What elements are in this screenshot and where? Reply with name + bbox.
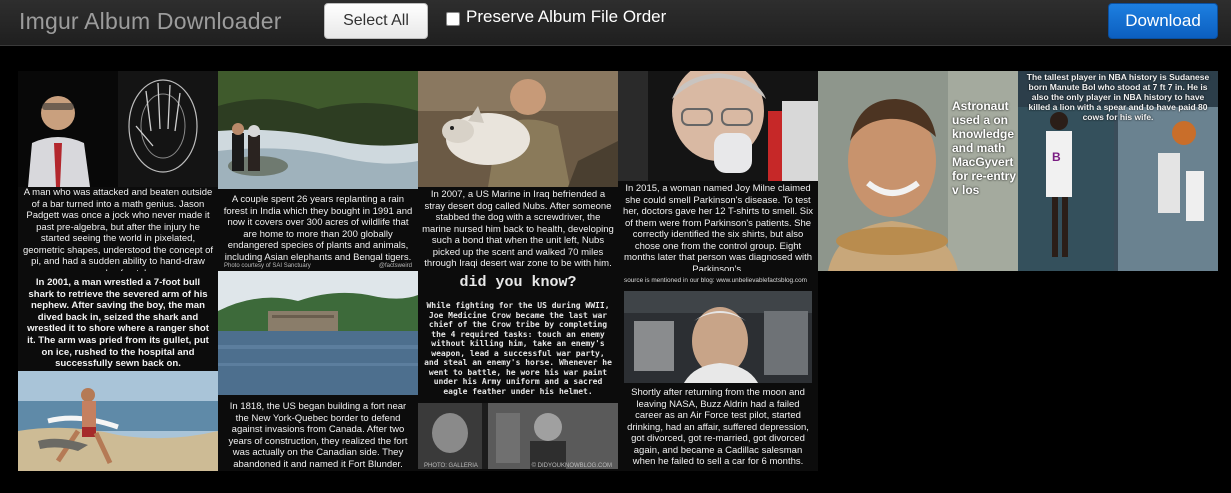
download-button[interactable]: Download	[1108, 3, 1218, 39]
album-image-8[interactable]: In 1818, the US began building a fort ne…	[218, 271, 418, 471]
tile-7-photo	[18, 371, 218, 471]
album-image-3[interactable]: In 2007, a US Marine in Iraq befriended …	[418, 71, 618, 271]
top-bar: Imgur Album Downloader Select All Preser…	[0, 0, 1231, 46]
album-image-9[interactable]: did you know? While fighting for the US …	[418, 271, 618, 471]
album-image-6[interactable]: B The tallest player in NBA history is S…	[1018, 71, 1218, 271]
tile-4-caption: In 2015, a woman named Joy Milne claimed…	[623, 183, 813, 271]
album-image-5[interactable]: Astronaut used a on knowledge and math M…	[818, 71, 1018, 271]
preserve-order-toggle[interactable]: Preserve Album File Order	[446, 7, 666, 27]
album-image-2[interactable]: A couple spent 26 years replanting a rai…	[218, 71, 418, 271]
svg-text:B: B	[1052, 150, 1061, 164]
tile-9-heading: did you know?	[459, 274, 577, 291]
tile-8-photo	[218, 271, 418, 395]
tile-2-handle: @factsweird	[378, 263, 412, 269]
tile-10-source: source is mentioned in our blog: www.unb…	[624, 277, 807, 284]
tile-7-caption: In 2001, a man wrestled a 7-foot bull sh…	[27, 277, 209, 370]
tile-1-photo	[18, 71, 218, 187]
tile-9-caption: While fighting for the US during WWII, J…	[424, 301, 612, 396]
album-image-4[interactable]: In 2015, a woman named Joy Milne claimed…	[618, 71, 818, 271]
album-image-10[interactable]: source is mentioned in our blog: www.unb…	[618, 271, 818, 471]
tile-3-caption: In 2007, a US Marine in Iraq befriended …	[422, 189, 614, 269]
app-title: Imgur Album Downloader	[19, 8, 282, 34]
tile-9-photo	[418, 403, 618, 469]
tile-6-caption: The tallest player in NBA history is Sud…	[1026, 72, 1210, 122]
tile-4-photo	[618, 71, 818, 181]
album-image-1[interactable]: A man who was attacked and beaten outsid…	[18, 71, 218, 271]
tile-9-handle: © DIDYOUKNOWBLOG.COM	[531, 463, 612, 469]
tile-3-photo	[418, 71, 618, 187]
preserve-order-label: Preserve Album File Order	[466, 7, 667, 26]
tile-5-caption: Astronaut used a on knowledge and math M…	[952, 99, 1017, 197]
select-all-button[interactable]: Select All	[324, 3, 428, 39]
tile-10-caption: Shortly after returning from the moon an…	[627, 387, 809, 467]
tile-1-caption: A man who was attacked and beaten outsid…	[22, 187, 214, 271]
tile-2-photo	[218, 71, 418, 189]
album-image-7[interactable]: In 2001, a man wrestled a 7-foot bull sh…	[18, 271, 218, 471]
tile-2-caption: A couple spent 26 years replanting a rai…	[223, 194, 413, 263]
preserve-order-checkbox[interactable]	[446, 11, 460, 26]
tile-10-photo	[624, 291, 812, 383]
tile-8-caption: In 1818, the US began building a fort ne…	[228, 401, 408, 470]
